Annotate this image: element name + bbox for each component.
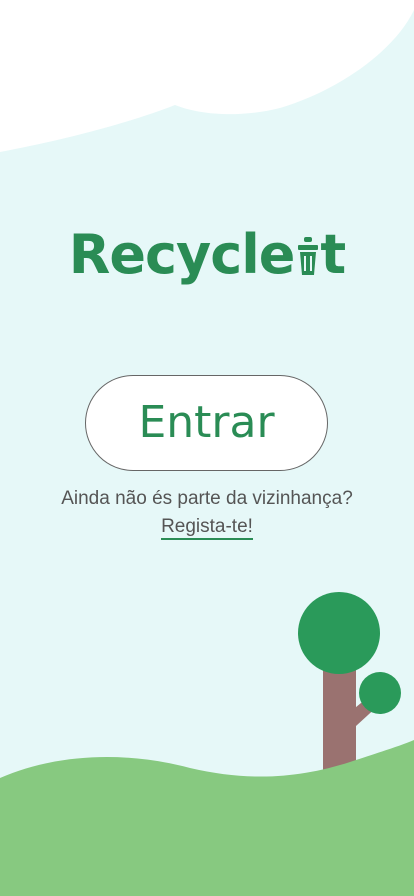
register-link-container: Regista-te! [0,515,414,540]
tree-canopy-small [359,672,401,714]
cloud-shape [0,0,414,152]
app-logo: Recycle t [0,222,414,288]
trash-bin-icon [298,237,319,275]
grass-hill [0,740,414,896]
tree-canopy-large [298,592,380,674]
register-prompt: Ainda não és parte da vizinhança? [61,488,353,509]
logo-text-end: t [320,223,346,286]
register-link[interactable]: Regista-te! [161,516,253,540]
logo-text-start: Recycle [68,223,296,286]
login-button[interactable]: Entrar [85,375,328,471]
